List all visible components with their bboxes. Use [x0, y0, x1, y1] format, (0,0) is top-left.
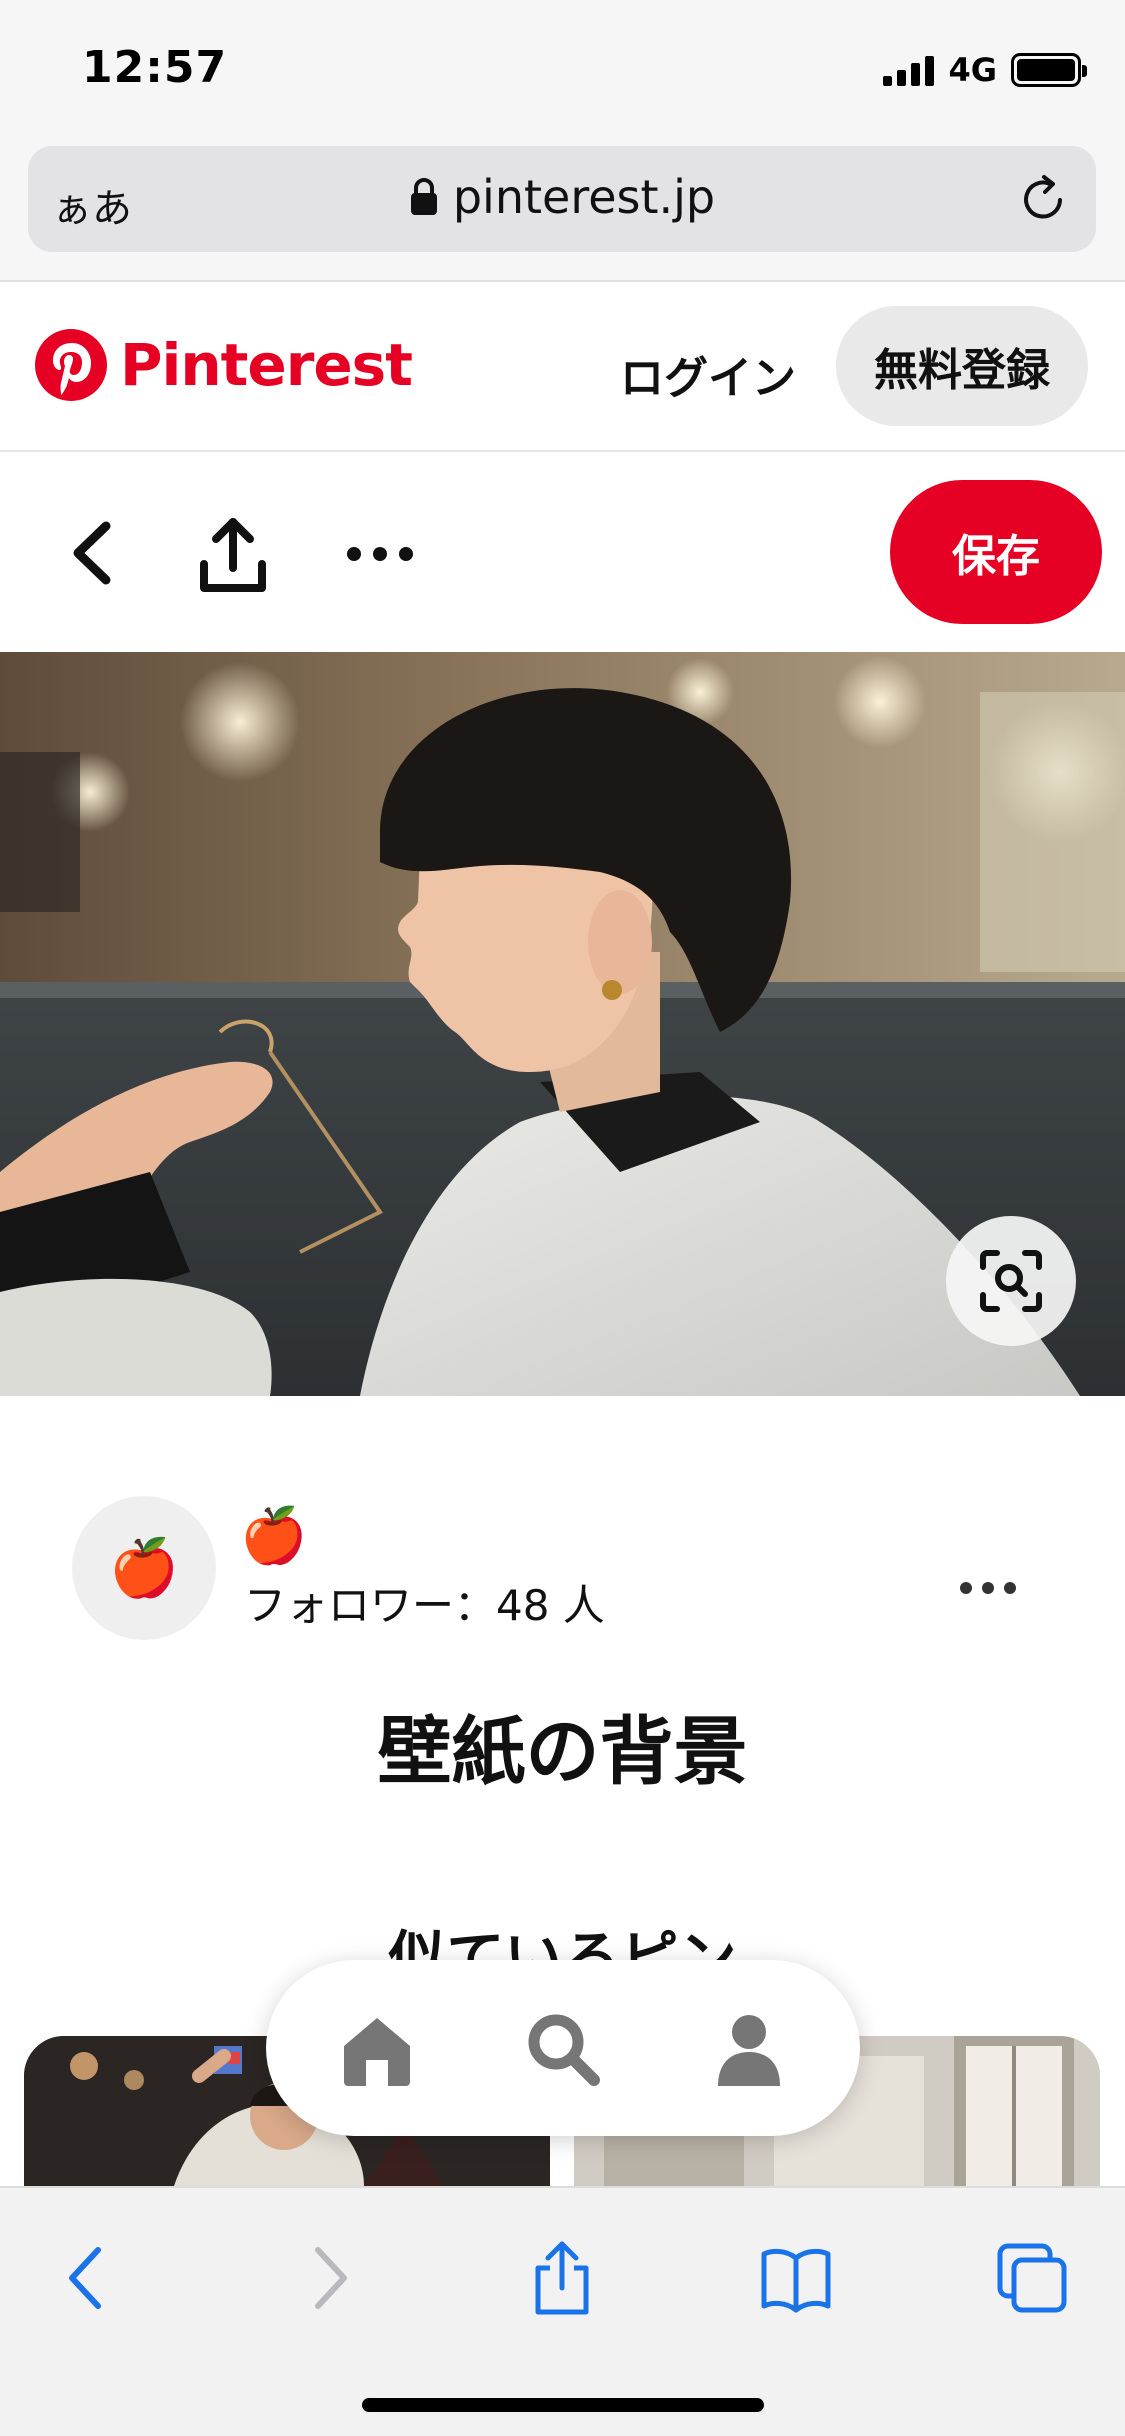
signup-button[interactable]: 無料登録 [836, 306, 1088, 426]
signal-icon [883, 54, 935, 86]
browser-address-area: ぁあ pinterest.jp [0, 132, 1125, 282]
home-indicator [362, 2398, 764, 2412]
network-type: 4G [948, 51, 997, 89]
visual-search-icon [980, 1250, 1042, 1312]
address-bar[interactable]: ぁあ pinterest.jp [28, 146, 1096, 252]
url-display[interactable]: pinterest.jp [28, 170, 1096, 224]
status-indicators: 4G [883, 50, 1087, 90]
reload-icon[interactable] [1016, 172, 1070, 226]
pin-action-row: 保存 [0, 452, 1125, 652]
share-icon[interactable] [524, 2240, 600, 2316]
creator-section: 🍎 🍎 フォロワー：48 人 [0, 1494, 1125, 1644]
similar-pins-heading: 似ているピン [388, 1924, 737, 1960]
battery-icon [1011, 53, 1087, 87]
back-icon[interactable] [50, 2240, 126, 2316]
bookmarks-icon[interactable] [758, 2240, 834, 2316]
tabs-icon[interactable] [994, 2240, 1070, 2316]
save-button[interactable]: 保存 [890, 480, 1102, 624]
pinterest-logo[interactable]: Pinterest [34, 328, 413, 402]
status-time: 12:57 [82, 42, 228, 93]
lock-icon [410, 178, 437, 215]
follower-count: フォロワー：48 人 [244, 1581, 605, 1630]
status-bar: 12:57 4G [0, 0, 1125, 132]
creator-name[interactable]: 🍎 [240, 1506, 307, 1566]
more-options-icon[interactable] [344, 534, 416, 574]
search-icon[interactable] [522, 2008, 604, 2090]
home-icon[interactable] [336, 2008, 418, 2090]
profile-icon[interactable] [708, 2008, 790, 2090]
brand-name: Pinterest [120, 331, 413, 399]
safari-toolbar [0, 2186, 1125, 2436]
creator-more-icon[interactable] [958, 1576, 1018, 1600]
url-text: pinterest.jp [452, 170, 716, 224]
creator-avatar[interactable]: 🍎 [72, 1496, 216, 1640]
share-icon[interactable] [196, 514, 270, 598]
forward-icon [315, 2247, 347, 2309]
floating-bottom-nav [266, 1960, 860, 2136]
pinterest-logo-icon [35, 329, 107, 401]
site-header: Pinterest ログイン 無料登録 [0, 284, 1125, 452]
pin-title: 壁紙の背景 [377, 1709, 748, 1795]
login-link[interactable]: ログイン [620, 342, 796, 406]
visual-search-button[interactable] [946, 1216, 1076, 1346]
pin-image[interactable] [0, 652, 1125, 1396]
back-arrow-icon[interactable] [58, 508, 128, 598]
